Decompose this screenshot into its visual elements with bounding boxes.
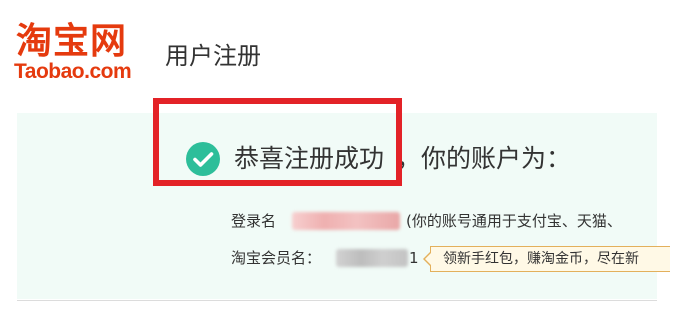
taobao-logo-chinese[interactable]: 淘宝网 [16,22,127,62]
member-name-redacted [336,249,408,267]
member-name-suffix: 1 [409,249,419,267]
login-name-redacted [292,212,400,230]
promo-tooltip[interactable]: 领新手红包，赚淘金币，尽在新 [430,246,670,272]
login-name-label: 登录名 [231,212,277,230]
divider [17,300,657,301]
taobao-logo-english[interactable]: Taobao.com [14,60,132,84]
tooltip-arrow-inner [425,252,432,266]
account-label: ，你的账户为： [396,144,572,173]
page-title: 用户注册 [165,42,261,70]
highlight-box [153,98,402,186]
member-name-label: 淘宝会员名： [231,249,322,267]
login-name-note: (你的账号通用于支付宝、天猫、 [406,212,622,230]
